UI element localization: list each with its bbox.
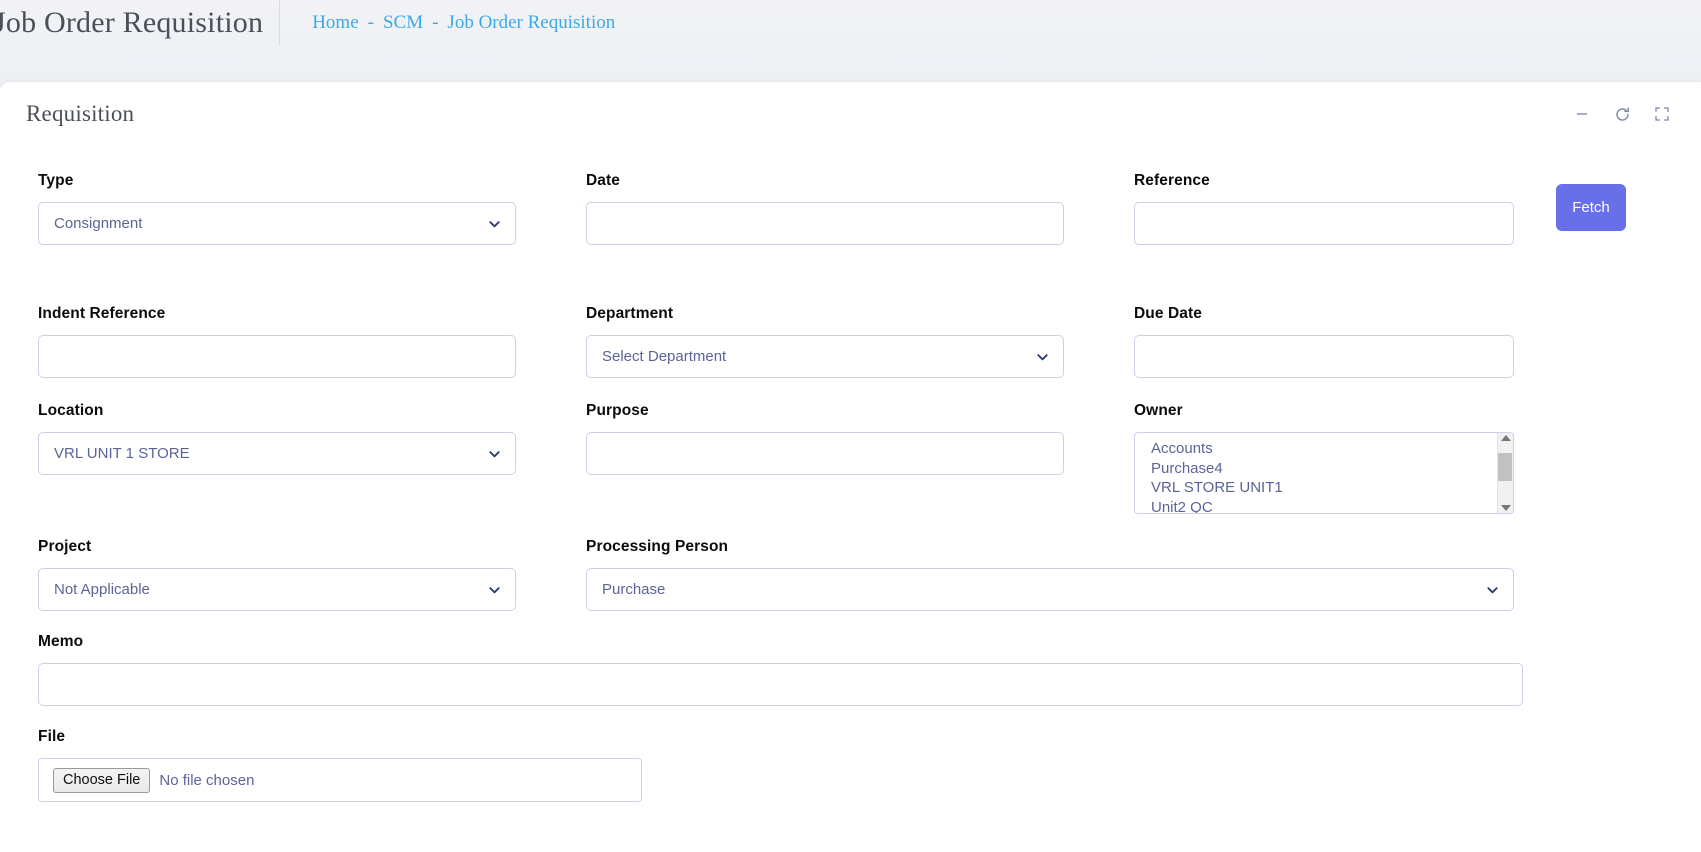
indent-reference-input[interactable] — [38, 335, 516, 378]
breadcrumb-separator: - — [432, 12, 439, 33]
breadcrumb-item-home[interactable]: Home — [312, 12, 358, 33]
owner-option[interactable]: Unit2 QC — [1151, 498, 1497, 514]
label-file: File — [38, 728, 66, 745]
date-input[interactable] — [586, 202, 1064, 245]
label-purpose: Purpose — [586, 402, 649, 419]
field-department: Department Select Department — [586, 305, 1064, 378]
top-header-bar: Job Order Requisition Home - SCM - Job Order… — [0, 0, 1701, 82]
form-row-4: Project Not Applicable Processing Person… — [38, 538, 1665, 611]
reference-input[interactable] — [1134, 202, 1514, 245]
field-file: File Choose File No file chosen — [38, 728, 678, 802]
label-date: Date — [586, 172, 620, 189]
form-row-memo: Memo — [38, 633, 1665, 706]
field-date: Date — [586, 172, 1064, 245]
fetch-button[interactable]: Fetch — [1556, 184, 1626, 231]
label-project: Project — [38, 538, 92, 555]
label-location: Location — [38, 402, 104, 419]
type-select[interactable]: Consignment — [38, 202, 516, 245]
due-date-input[interactable] — [1134, 335, 1514, 378]
owner-option[interactable]: Accounts — [1151, 439, 1497, 459]
scroll-up-arrow-icon[interactable] — [1500, 435, 1511, 441]
owner-listbox[interactable]: Accounts Purchase4 VRL STORE UNIT1 Unit2… — [1134, 432, 1514, 514]
location-select[interactable]: VRL UNIT 1 STORE — [38, 432, 516, 475]
label-type: Type — [38, 172, 74, 189]
minimize-icon[interactable] — [1573, 105, 1591, 123]
owner-option[interactable]: VRL STORE UNIT1 — [1151, 478, 1497, 498]
page-title: Job Order Requisition — [0, 6, 264, 39]
field-type: Type Consignment — [38, 172, 516, 245]
purpose-input[interactable] — [586, 432, 1064, 475]
header-divider — [279, 0, 281, 46]
label-department: Department — [586, 305, 674, 322]
field-due-date: Due Date — [1134, 305, 1514, 378]
field-memo: Memo — [38, 633, 1523, 706]
scroll-down-arrow-icon[interactable] — [1500, 505, 1511, 511]
card-header: Requisition — [0, 82, 1701, 146]
field-reference: Reference — [1134, 172, 1514, 245]
label-due-date: Due Date — [1134, 305, 1202, 322]
field-purpose: Purpose — [586, 402, 1064, 514]
expand-icon[interactable] — [1653, 105, 1671, 123]
owner-option[interactable]: Purchase4 — [1151, 459, 1497, 479]
field-owner: Owner Accounts Purchase4 VRL STORE UNIT1… — [1134, 402, 1514, 514]
project-select[interactable]: Not Applicable — [38, 568, 516, 611]
field-project: Project Not Applicable — [38, 538, 516, 611]
choose-file-button[interactable]: Choose File — [53, 767, 151, 793]
processing-person-select[interactable]: Purchase — [586, 568, 1514, 611]
memo-input[interactable] — [38, 663, 1523, 706]
form-row-1: Type Consignment Date Reference — [38, 172, 1665, 245]
requisition-form: Type Consignment Date Reference Indent R… — [0, 172, 1701, 802]
label-indent-reference: Indent Reference — [38, 305, 166, 322]
label-reference: Reference — [1134, 172, 1210, 189]
card-title: Requisition — [26, 101, 135, 126]
department-select[interactable]: Select Department — [586, 335, 1064, 378]
form-row-3: Location VRL UNIT 1 STORE Purpose Owner — [38, 402, 1665, 514]
field-location: Location VRL UNIT 1 STORE — [38, 402, 516, 514]
file-status-text: No file chosen — [159, 771, 255, 789]
owner-option-list: Accounts Purchase4 VRL STORE UNIT1 Unit2… — [1135, 433, 1497, 513]
label-owner: Owner — [1134, 402, 1183, 419]
label-processing-person: Processing Person — [586, 538, 729, 555]
file-input[interactable]: Choose File No file chosen — [38, 758, 642, 802]
requisition-card: Requisition Type Consignment Date Refere… — [0, 82, 1701, 852]
breadcrumb-item-scm[interactable]: SCM — [383, 12, 423, 33]
breadcrumb-separator: - — [367, 12, 374, 33]
owner-scrollbar-thumb[interactable] — [1498, 453, 1512, 481]
field-processing-person: Processing Person Purchase — [586, 538, 1514, 611]
breadcrumb: Home - SCM - Job Order Requisition — [312, 0, 615, 46]
refresh-icon[interactable] — [1613, 105, 1631, 123]
form-row-file: File Choose File No file chosen — [38, 728, 1665, 802]
breadcrumb-item-job-order-requisition[interactable]: Job Order Requisition — [447, 12, 615, 33]
form-row-2: Indent Reference Department Select Depar… — [38, 305, 1665, 378]
field-indent-reference: Indent Reference — [38, 305, 516, 378]
card-tools — [1573, 105, 1671, 123]
label-memo: Memo — [38, 633, 84, 650]
